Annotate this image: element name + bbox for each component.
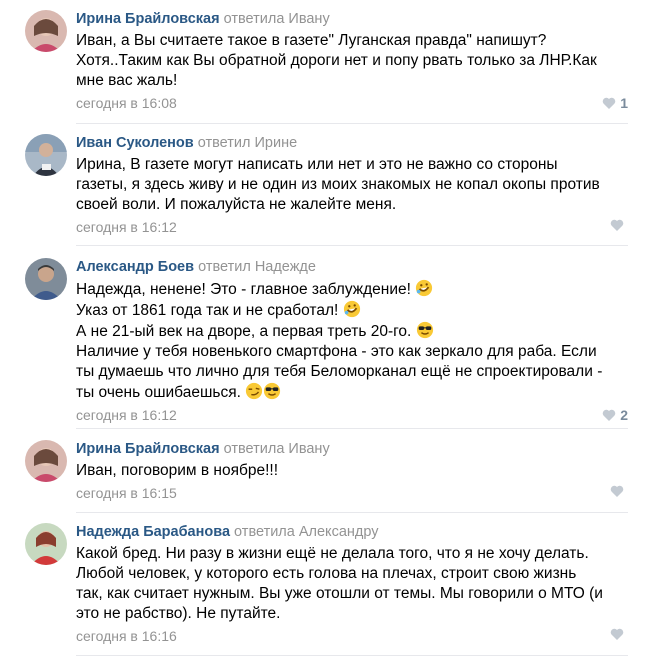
- reply-target[interactable]: ответила Ивану: [220, 441, 330, 457]
- heart-icon: [610, 485, 624, 497]
- comment-date[interactable]: сегодня в 16:15: [76, 485, 177, 501]
- comments-feed: Ирина Брайловская ответила Ивану Иван, а…: [0, 0, 650, 658]
- comment-date[interactable]: сегодня в 16:12: [76, 407, 177, 423]
- like-button[interactable]: [610, 219, 628, 231]
- comment-line: это не рабство). Не путайте.: [76, 605, 281, 622]
- avatar[interactable]: [25, 440, 67, 482]
- comment-text: Иван, поговорим в ноябре!!!: [76, 461, 636, 481]
- like-count: 2: [620, 407, 628, 423]
- like-button[interactable]: [610, 628, 628, 640]
- divider: [76, 123, 628, 124]
- comment-line: Иван, поговорим в ноябре!!!: [76, 462, 279, 479]
- comment-line: ты очень ошибаешься.: [76, 384, 241, 401]
- comment-text: Надежда, ненене! Это - главное заблужден…: [76, 279, 636, 403]
- comment-text: Иван, а Вы считаете такое в газете" Луга…: [76, 31, 636, 91]
- comment-line: А не 21-ый век на дворе, а первая треть …: [76, 323, 412, 340]
- comment-date[interactable]: сегодня в 16:12: [76, 219, 177, 235]
- comment-line: так, как считает нужным. Вы уже отошли о…: [76, 585, 603, 602]
- author-name[interactable]: Ирина Брайловская: [76, 11, 220, 27]
- heart-icon: [610, 628, 624, 640]
- comment-text: Какой бред. Ни разу в жизни ещё не делал…: [76, 544, 636, 624]
- rofl-emoji-icon: [416, 279, 433, 297]
- author-name[interactable]: Надежда Барабанова: [76, 524, 230, 540]
- avatar[interactable]: [25, 523, 67, 565]
- smirk-emoji-icon: [246, 382, 263, 400]
- divider: [76, 512, 628, 513]
- comment-line: Любой человек, у которого есть голова на…: [76, 565, 577, 582]
- avatar[interactable]: [25, 10, 67, 52]
- sunglasses-emoji-icon: [416, 321, 433, 339]
- avatar[interactable]: [25, 134, 67, 176]
- sunglasses-emoji-icon: [264, 382, 281, 400]
- comment-line: Какой бред. Ни разу в жизни ещё не делал…: [76, 545, 589, 562]
- author-name[interactable]: Ирина Брайловская: [76, 441, 220, 457]
- rofl-emoji-icon: [343, 300, 360, 318]
- comment-line: мне вас жаль!: [76, 72, 178, 89]
- comment-line: ты думаешь что лично для тебя Беломоркан…: [76, 363, 603, 380]
- comment-line: Хотя..Таким как Вы обратной дороги нет и…: [76, 52, 597, 69]
- like-button[interactable]: 2: [602, 407, 628, 423]
- divider: [76, 428, 628, 429]
- heart-icon: [602, 409, 616, 421]
- reply-target[interactable]: ответил Ирине: [194, 135, 297, 151]
- author-name[interactable]: Александр Боев: [76, 259, 194, 275]
- heart-icon: [602, 97, 616, 109]
- author-name[interactable]: Иван Суколенов: [76, 135, 194, 151]
- comment-text: Ирина, В газете могут написать или нет и…: [76, 155, 636, 215]
- avatar[interactable]: [25, 258, 67, 300]
- reply-target[interactable]: ответила Ивану: [220, 11, 330, 27]
- reply-target[interactable]: ответила Александру: [230, 524, 378, 540]
- comment-line: Надежда, ненене! Это - главное заблужден…: [76, 281, 411, 298]
- comment-line: Указ от 1861 года так и не сработал!: [76, 302, 339, 319]
- heart-icon: [610, 219, 624, 231]
- comment-date[interactable]: сегодня в 16:08: [76, 95, 177, 111]
- comment-line: газеты, я здесь живу и не один из моих з…: [76, 176, 600, 193]
- divider: [76, 245, 628, 246]
- like-count: 1: [620, 95, 628, 111]
- reply-target[interactable]: ответил Надежде: [194, 259, 316, 275]
- like-button[interactable]: 1: [602, 95, 628, 111]
- like-button[interactable]: [610, 485, 628, 497]
- divider: [76, 655, 628, 656]
- comment-line: Наличие у тебя новенького смартфона - эт…: [76, 343, 597, 360]
- comment-line: Ирина, В газете могут написать или нет и…: [76, 156, 558, 173]
- comment-date[interactable]: сегодня в 16:16: [76, 628, 177, 644]
- comment-line: Иван, а Вы считаете такое в газете" Луга…: [76, 32, 547, 49]
- comment-line: своей воли. И пожалуйста не жалейте меня…: [76, 196, 397, 213]
